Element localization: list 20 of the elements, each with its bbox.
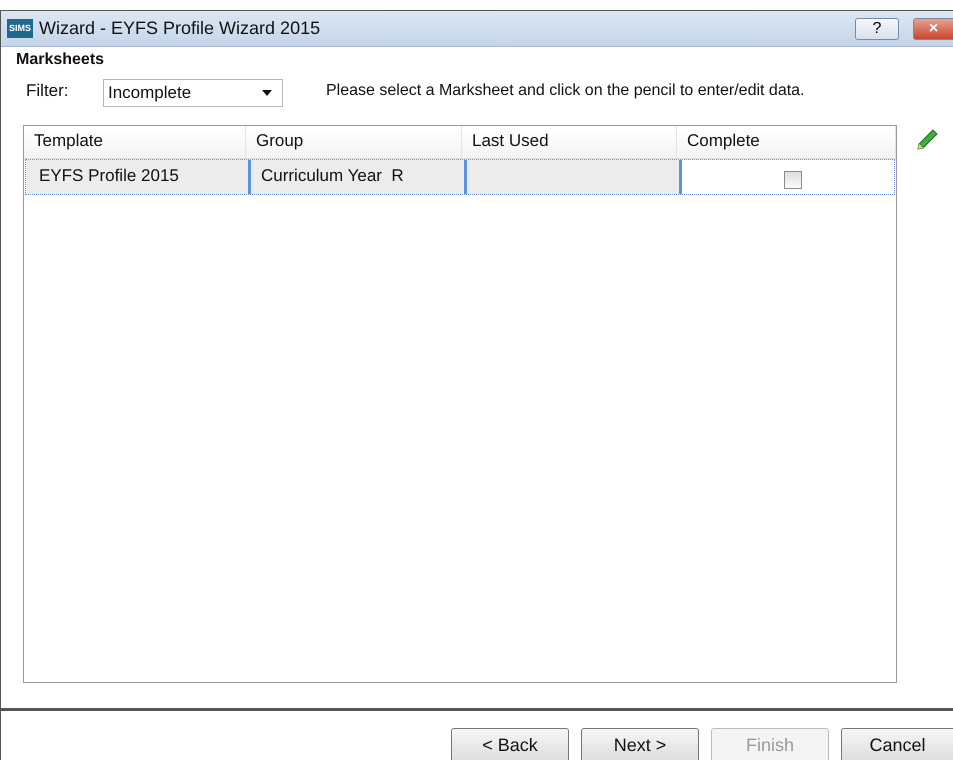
app-logo: SIMS <box>7 19 34 38</box>
table-row[interactable]: EYFS Profile 2015 Curriculum Year R <box>26 160 894 194</box>
help-button[interactable]: ? <box>855 18 899 40</box>
column-header[interactable]: Last Used <box>462 126 677 158</box>
filter-dropdown[interactable]: Incomplete <box>103 79 283 107</box>
column-header[interactable]: Group <box>246 126 462 158</box>
wizard-button[interactable]: Next > <box>581 728 699 760</box>
filter-label: Filter: <box>26 81 70 101</box>
column-header[interactable]: Complete <box>677 126 896 158</box>
wizard-button[interactable]: Cancel <box>841 728 953 760</box>
caret-icon <box>262 90 272 96</box>
complete-checkbox[interactable] <box>784 171 802 189</box>
pencil-icon[interactable] <box>915 128 939 152</box>
column-header[interactable]: Template <box>24 126 246 158</box>
wizard-button[interactable]: < Back <box>451 728 569 760</box>
window-title: Wizard - EYFS Profile Wizard 2015 <box>39 18 322 39</box>
table-cell-text: EYFS Profile 2015 <box>38 165 180 187</box>
instruction-text: Please select a Marksheet and click on the pencil to enter/edit data. <box>326 82 804 100</box>
table-cell: Curriculum Year R <box>248 160 464 194</box>
section-title: Marksheets <box>16 51 106 69</box>
